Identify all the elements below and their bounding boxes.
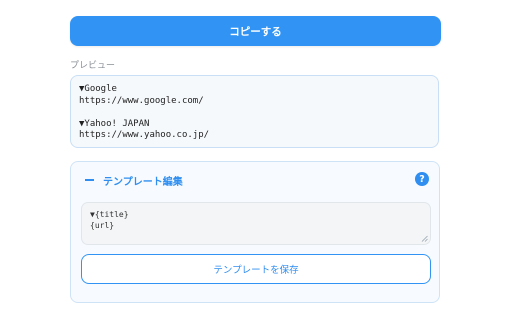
template-editor-panel: テンプレート編集 ? ▼{title} {url} テンプレートを保存 [70, 161, 440, 303]
preview-line [79, 107, 430, 119]
preview-line: https://www.google.com/ [79, 95, 204, 106]
save-template-label: テンプレートを保存 [213, 265, 299, 276]
save-template-button[interactable]: テンプレートを保存 [81, 254, 431, 284]
minus-icon[interactable] [85, 179, 94, 181]
preview-label: プレビュー [70, 61, 116, 71]
resize-handle-icon[interactable] [421, 235, 428, 242]
copy-button[interactable]: コピーする [70, 16, 441, 46]
preview-box: ▼Google https://www.google.com/ ▼Yahoo! … [70, 75, 439, 148]
template-panel-title[interactable]: テンプレート編集 [103, 173, 183, 188]
question-icon[interactable]: ? [415, 172, 429, 186]
preview-line: ▼Yahoo! JAPAN [79, 118, 150, 129]
template-line: ▼{title} [90, 210, 129, 219]
template-textarea[interactable]: ▼{title} {url} [81, 202, 431, 245]
template-line: {url} [90, 221, 115, 230]
template-panel-header[interactable]: テンプレート編集 ? [71, 162, 439, 198]
copy-button-label: コピーする [229, 25, 282, 38]
preview-line: ▼Google [79, 84, 117, 94]
preview-line: https://www.yahoo.co.jp/ [79, 130, 210, 141]
